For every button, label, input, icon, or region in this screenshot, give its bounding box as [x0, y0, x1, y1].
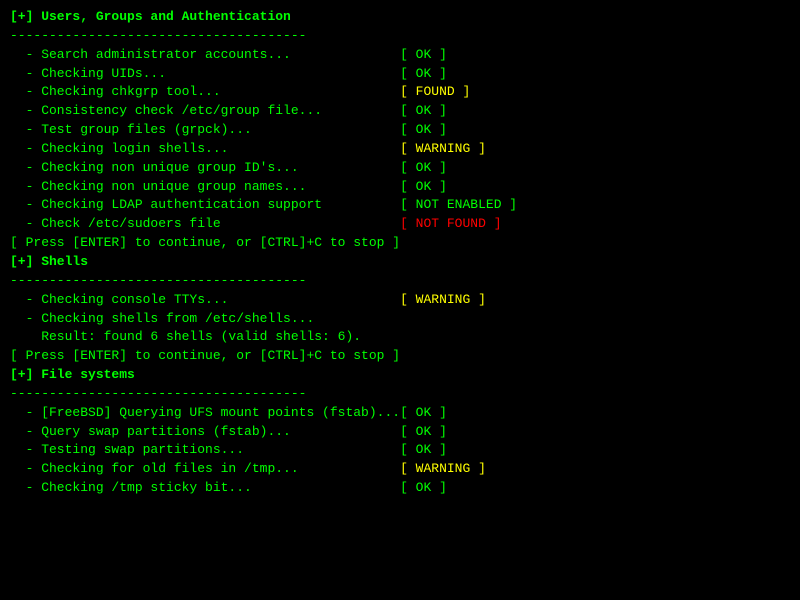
item-status: [ WARNING ] — [400, 292, 486, 307]
item-status: [ FOUND ] — [400, 84, 470, 99]
item-status: [ OK ] — [400, 480, 447, 495]
list-item: - Consistency check /etc/group file... [… — [10, 102, 790, 121]
list-item: - Checking chkgrp tool... [ FOUND ] — [10, 83, 790, 102]
item-label: - Check /etc/sudoers file — [10, 216, 400, 231]
item-label: - Checking chkgrp tool... — [10, 84, 400, 99]
list-item: - Checking shells from /etc/shells... — [10, 310, 790, 329]
section-separator-shells: -------------------------------------- — [10, 272, 790, 291]
item-status: [ OK ] — [400, 122, 447, 137]
item-status: [ OK ] — [400, 405, 447, 420]
list-item: - Search administrator accounts... [ OK … — [10, 46, 790, 65]
item-label: - Checking /tmp sticky bit... — [10, 480, 400, 495]
item-label: - Checking non unique group names... — [10, 179, 400, 194]
list-item: - Checking for old files in /tmp... [ WA… — [10, 460, 790, 479]
section-header-file-systems: [+] File systems — [10, 366, 790, 385]
section-separator-file-systems: -------------------------------------- — [10, 385, 790, 404]
list-item: - Checking LDAP authentication support [… — [10, 196, 790, 215]
list-item: - Query swap partitions (fstab)... [ OK … — [10, 423, 790, 442]
item-label: - Checking LDAP authentication support — [10, 197, 400, 212]
list-item: - Check /etc/sudoers file [ NOT FOUND ] — [10, 215, 790, 234]
item-status: [ NOT ENABLED ] — [400, 197, 517, 212]
list-item: - Checking non unique group ID's... [ OK… — [10, 159, 790, 178]
list-item: Result: found 6 shells (valid shells: 6)… — [10, 328, 790, 347]
item-label: - Checking for old files in /tmp... — [10, 461, 400, 476]
item-label: - Search administrator accounts... — [10, 47, 400, 62]
item-label: - Checking console TTYs... — [10, 292, 400, 307]
item-status: [ NOT FOUND ] — [400, 216, 501, 231]
section-separator-users-groups-auth: -------------------------------------- — [10, 27, 790, 46]
item-label: - [FreeBSD] Querying UFS mount points (f… — [10, 405, 400, 420]
list-item: - Checking non unique group names... [ O… — [10, 178, 790, 197]
item-label: - Consistency check /etc/group file... — [10, 103, 400, 118]
list-item: - [FreeBSD] Querying UFS mount points (f… — [10, 404, 790, 423]
item-status: [ WARNING ] — [400, 461, 486, 476]
continue-prompt-shells[interactable]: [ Press [ENTER] to continue, or [CTRL]+C… — [10, 347, 790, 366]
section-header-shells: [+] Shells — [10, 253, 790, 272]
list-item: - Checking login shells... [ WARNING ] — [10, 140, 790, 159]
item-status: [ OK ] — [400, 66, 447, 81]
item-status: [ OK ] — [400, 424, 447, 439]
item-label: - Test group files (grpck)... — [10, 122, 400, 137]
list-item: - Testing swap partitions... [ OK ] — [10, 441, 790, 460]
list-item: - Checking /tmp sticky bit... [ OK ] — [10, 479, 790, 498]
list-item: - Checking console TTYs... [ WARNING ] — [10, 291, 790, 310]
continue-prompt-users-groups-auth[interactable]: [ Press [ENTER] to continue, or [CTRL]+C… — [10, 234, 790, 253]
item-status: [ OK ] — [400, 160, 447, 175]
item-label: - Testing swap partitions... — [10, 442, 400, 457]
section-header-users-groups-auth: [+] Users, Groups and Authentication — [10, 8, 790, 27]
item-label: - Checking UIDs... — [10, 66, 400, 81]
list-item: - Test group files (grpck)... [ OK ] — [10, 121, 790, 140]
list-item: - Checking UIDs... [ OK ] — [10, 65, 790, 84]
item-label: - Checking login shells... — [10, 141, 400, 156]
item-label: - Checking non unique group ID's... — [10, 160, 400, 175]
item-status: [ WARNING ] — [400, 141, 486, 156]
item-status: [ OK ] — [400, 103, 447, 118]
item-status: [ OK ] — [400, 442, 447, 457]
terminal-output: [+] Users, Groups and Authentication----… — [10, 8, 790, 498]
item-status: [ OK ] — [400, 47, 447, 62]
item-label: - Query swap partitions (fstab)... — [10, 424, 400, 439]
item-status: [ OK ] — [400, 179, 447, 194]
